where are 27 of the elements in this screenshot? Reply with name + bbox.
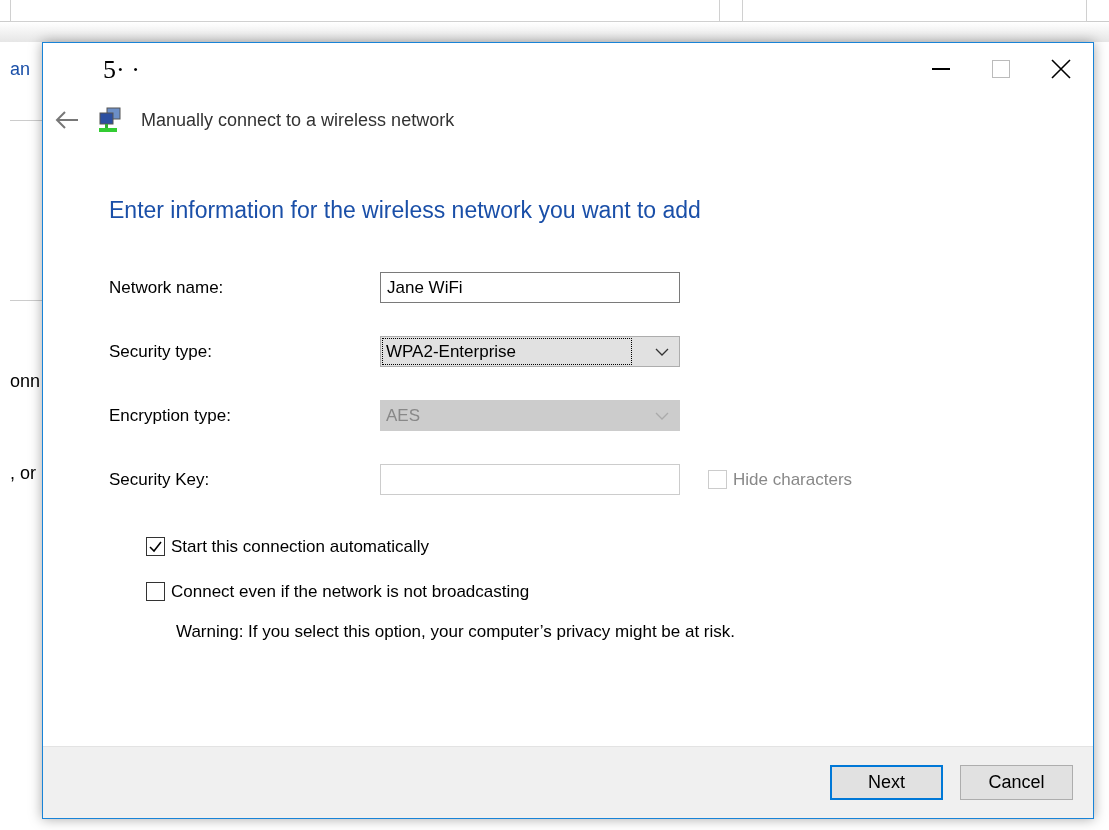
checkbox-label: Start this connection automatically [171,535,429,558]
checkbox-label: Connect even if the network is not broadcasting [171,581,530,603]
window-title: 5· · [103,53,141,86]
minimize-icon [932,68,950,70]
field-label: Security type: [109,340,213,363]
checkbox[interactable] [146,536,165,556]
background-text[interactable]: an [10,56,31,83]
chevron-down-icon [655,347,669,356]
dropdown[interactable]: WPA2-Enterprise [380,336,680,367]
checkbox-label: Hide characters [733,468,853,491]
chevron-down-icon [655,411,669,420]
background-text: , or [10,462,36,485]
network-icon [97,107,123,133]
maximize-icon [992,60,1010,78]
warning-text: Warning: If you select this option, your computer’s privacy might be at risk. [176,620,737,643]
back-arrow-icon[interactable] [55,111,79,129]
dialog-header-title: Manually connect to a wireless network [141,108,455,132]
background-text: onn [10,370,41,393]
dialog-button[interactable]: Cancel [960,765,1073,800]
field-label: Security Key: [109,468,211,491]
main-instruction-heading: Enter information for the wireless network you want to add [109,196,702,225]
dialog-button[interactable]: Next [830,765,943,800]
field-label: Network name: [109,276,225,299]
text-field[interactable]: Jane WiFi [380,272,680,303]
field-label: Encryption type: [109,404,232,427]
checkbox[interactable] [146,582,165,602]
close-icon [1051,59,1071,79]
